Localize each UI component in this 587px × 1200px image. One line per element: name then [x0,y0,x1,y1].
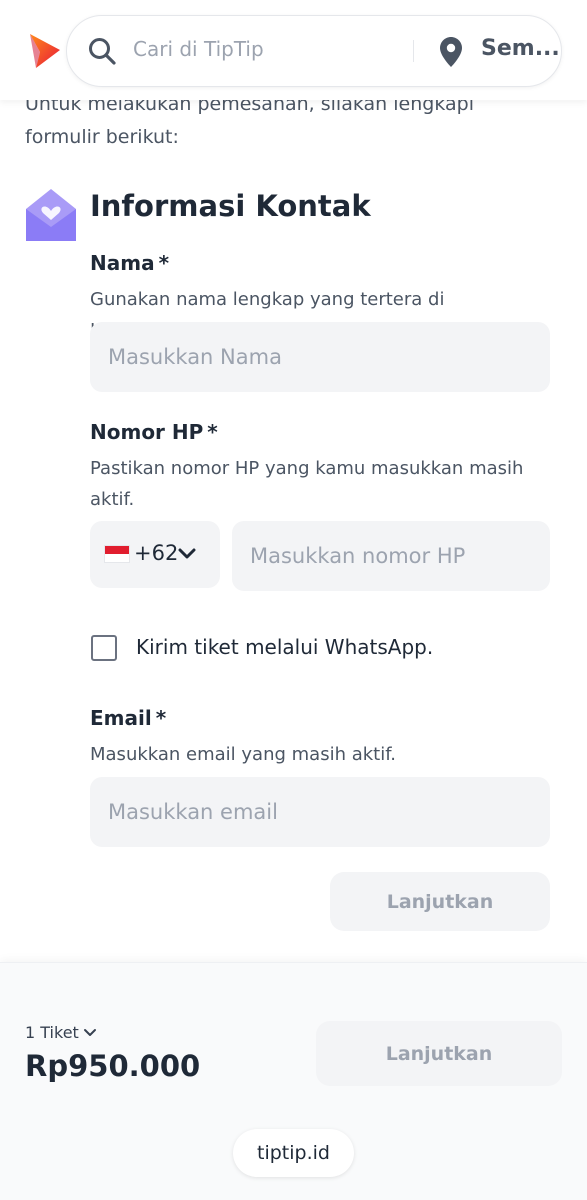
domain-pill: tiptip.id [233,1129,354,1177]
location-pin-icon [440,37,462,67]
name-label: Nama * [90,251,169,275]
search-divider [413,40,414,62]
search-input[interactable]: Cari di TipTip [133,37,264,61]
chevron-down-icon [83,1028,96,1036]
name-input[interactable]: Masukkan Nama [90,322,550,392]
header: Cari di TipTip Sem... [0,0,587,100]
email-hint: Masukkan email yang masih aktif. [90,744,396,765]
bottom-bar: 1 Tiket Rp950.000 Lanjutkan tiptip.id [0,962,587,1200]
country-code: +62 [134,541,179,565]
section-title: Informasi Kontak [90,189,371,223]
search-icon [89,38,116,65]
location-selector[interactable]: Sem... [481,36,560,61]
whatsapp-checkbox[interactable] [91,635,117,661]
name-label-text: Nama [90,251,155,275]
checkout-page: Untuk melakukan pemesanan, silakan lengk… [0,0,587,1200]
indonesia-flag-icon [104,545,130,563]
tiptip-logo[interactable] [22,30,64,72]
total-price: Rp950.000 [25,1049,201,1083]
email-label: Email * [90,706,166,730]
chevron-down-icon [178,548,196,559]
phone-hint: Pastikan nomor HP yang kamu masukkan mas… [90,458,524,510]
ticket-quantity-selector[interactable]: 1 Tiket [25,1023,97,1042]
phone-label-text: Nomor HP [90,420,204,444]
whatsapp-checkbox-label[interactable]: Kirim tiket melalui WhatsApp. [136,635,433,659]
email-input[interactable]: Masukkan email [90,777,550,847]
email-label-text: Email [90,706,152,730]
search-bar[interactable]: Cari di TipTip Sem... [66,15,562,87]
checkout-continue-button[interactable]: Lanjutkan [316,1021,562,1086]
required-marker: * [155,706,167,730]
envelope-icon [26,189,76,241]
required-marker: * [207,420,218,444]
phone-label: Nomor HP * [90,420,218,444]
country-code-select[interactable]: +62 [90,521,220,588]
ticket-quantity: 1 Tiket [25,1023,79,1042]
phone-input[interactable]: Masukkan nomor HP [232,521,550,591]
required-marker: * [158,251,170,275]
form-continue-button[interactable]: Lanjutkan [330,872,550,931]
